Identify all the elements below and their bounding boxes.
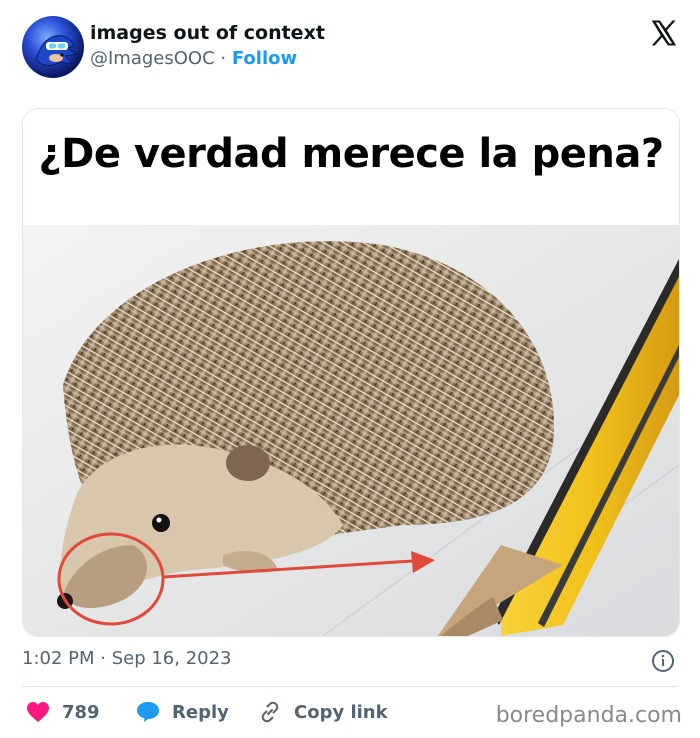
like-count: 789	[62, 701, 100, 723]
author-handle[interactable]: @ImagesOOC	[90, 48, 215, 69]
hedgehog-photo	[23, 225, 679, 636]
divider	[22, 686, 678, 687]
heart-icon	[27, 702, 49, 722]
reply-label: Reply	[172, 701, 229, 723]
x-logo-icon[interactable]	[648, 18, 678, 48]
reply-button[interactable]: Reply	[136, 698, 229, 726]
follow-button[interactable]: Follow	[232, 48, 297, 69]
copy-link-button[interactable]: Copy link	[258, 698, 388, 726]
like-button[interactable]: 789	[26, 698, 100, 726]
info-icon[interactable]	[651, 649, 675, 673]
separator-dot: ·	[220, 48, 227, 69]
watermark: boredpanda.com	[495, 703, 682, 728]
avatar[interactable]	[22, 16, 84, 78]
meme-caption: ¿De verdad merece la pena?	[38, 131, 664, 177]
author-name[interactable]: images out of context	[90, 22, 325, 44]
meme-caption-area: ¿De verdad merece la pena?	[23, 109, 679, 225]
reply-bubble-icon	[137, 702, 159, 722]
copy-link-label: Copy link	[294, 701, 388, 723]
link-icon	[261, 701, 279, 723]
tweet-header: images out of context @ImagesOOC · Follo…	[0, 0, 700, 100]
tweet-timestamp[interactable]: 1:02 PM · Sep 16, 2023	[22, 648, 232, 669]
handle-row: @ImagesOOC · Follow	[90, 48, 297, 69]
tweet-media[interactable]: ¿De verdad merece la pena?	[22, 108, 680, 637]
tweet-actions: 789 Reply Copy link	[22, 698, 482, 728]
